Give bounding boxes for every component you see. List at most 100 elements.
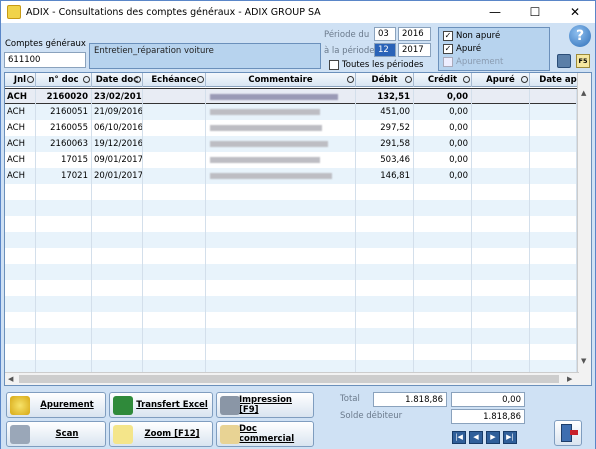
col-commentaire[interactable]: Commentaire xyxy=(206,73,356,87)
help-icon[interactable]: ? xyxy=(569,25,591,47)
solde-field: 1.818,86 xyxy=(451,409,525,424)
table-cell: 0,00 xyxy=(414,136,472,152)
table-cell: 2160063 xyxy=(36,136,92,152)
close-button[interactable]: ✕ xyxy=(555,1,595,23)
table-cell: ACH xyxy=(5,89,36,105)
scroll-right-icon[interactable]: ▶ xyxy=(567,375,572,383)
period-from-month[interactable]: 03 xyxy=(374,27,396,41)
search-icon[interactable] xyxy=(27,76,34,83)
doc-commercial-button[interactable]: Doc commercial xyxy=(216,421,314,447)
search-icon[interactable] xyxy=(405,76,412,83)
table-row[interactable]: ACH 2160055 06/10/2016 297,52 0,00 xyxy=(5,120,577,136)
table-row[interactable] xyxy=(5,200,577,216)
table-cell xyxy=(530,120,577,136)
footer-panel: Apurement Transfert Excel Impression [F9… xyxy=(1,388,595,449)
table-cell: 06/10/2016 xyxy=(92,120,143,136)
table-row[interactable] xyxy=(5,312,577,328)
redacted-comment xyxy=(210,125,322,131)
account-number-field[interactable]: 611100 xyxy=(4,52,86,68)
table-cell xyxy=(414,344,472,360)
table-row[interactable] xyxy=(5,216,577,232)
search-icon[interactable] xyxy=(347,76,354,83)
apure-checkbox[interactable]: ✓ xyxy=(443,44,453,54)
col-echeance[interactable]: Echéance xyxy=(143,73,206,87)
table-row[interactable] xyxy=(5,232,577,248)
col-credit[interactable]: Crédit xyxy=(414,73,472,87)
table-row[interactable]: ACH 17015 09/01/2017 503,46 0,00 xyxy=(5,152,577,168)
table-row[interactable] xyxy=(5,280,577,296)
table-cell xyxy=(5,248,36,264)
table-cell xyxy=(414,296,472,312)
table-cell: 0,00 xyxy=(414,104,472,120)
table-cell xyxy=(530,216,577,232)
table-cell xyxy=(5,232,36,248)
first-record-button[interactable]: |◀ xyxy=(452,431,466,444)
table-row[interactable] xyxy=(5,184,577,200)
table-cell: 132,51 xyxy=(356,89,414,105)
col-debit[interactable]: Débit xyxy=(356,73,414,87)
table-row[interactable] xyxy=(5,296,577,312)
table-row[interactable]: ACH 17021 20/01/2017 146,81 0,00 xyxy=(5,168,577,184)
table-row[interactable]: ACH 2160063 19/12/2016 291,58 0,00 xyxy=(5,136,577,152)
col-apure[interactable]: Apuré xyxy=(472,73,530,87)
apurement-button[interactable]: Apurement xyxy=(6,392,106,418)
scroll-up-icon[interactable]: ▲ xyxy=(581,89,586,97)
search-icon[interactable] xyxy=(521,76,528,83)
all-periods-checkbox[interactable] xyxy=(329,60,339,70)
last-record-button[interactable]: ▶| xyxy=(503,431,517,444)
table-row[interactable] xyxy=(5,248,577,264)
table-row[interactable] xyxy=(5,344,577,360)
table-cell xyxy=(143,200,206,216)
scroll-thumb[interactable] xyxy=(19,375,559,383)
maximize-button[interactable]: ☐ xyxy=(515,1,555,23)
table-cell xyxy=(356,280,414,296)
period-to-label: à la période xyxy=(324,46,375,56)
impression-button[interactable]: Impression [F9] xyxy=(216,392,314,418)
table-cell xyxy=(143,152,206,168)
search-icon[interactable] xyxy=(134,76,141,83)
scan-button[interactable]: Scan xyxy=(6,421,106,447)
table-cell xyxy=(356,216,414,232)
table-cell xyxy=(414,264,472,280)
col-jnl[interactable]: Jnl xyxy=(5,73,36,87)
app-icon xyxy=(7,5,21,19)
table-row[interactable] xyxy=(5,264,577,280)
col-doc[interactable]: n° doc xyxy=(36,73,92,87)
table-cell xyxy=(414,248,472,264)
search-icon[interactable] xyxy=(463,76,470,83)
col-date-doc[interactable]: Date doc xyxy=(92,73,143,87)
non-apure-checkbox[interactable]: ✓ xyxy=(443,31,453,41)
search-icon[interactable] xyxy=(197,76,204,83)
exit-button[interactable] xyxy=(554,420,582,446)
table-cell xyxy=(36,344,92,360)
table-cell xyxy=(36,232,92,248)
table-row[interactable]: ACH 2160051 21/09/2016 451,00 0,00 xyxy=(5,104,577,120)
filter-panel: ✓ Non apuré ✓ Apuré Apurement xyxy=(438,27,550,71)
table-cell xyxy=(5,344,36,360)
redacted-comment xyxy=(210,141,328,147)
table-cell xyxy=(143,136,206,152)
period-to-year[interactable]: 2017 xyxy=(398,43,431,57)
vertical-scrollbar[interactable]: ▲ ▼ xyxy=(577,73,591,385)
table-cell xyxy=(530,312,577,328)
period-from-year[interactable]: 2016 xyxy=(398,27,431,41)
zoom-button[interactable]: Zoom [F12] xyxy=(109,421,213,447)
transfert-excel-button[interactable]: Transfert Excel xyxy=(109,392,213,418)
calculator-icon[interactable] xyxy=(557,54,571,68)
scroll-down-icon[interactable]: ▼ xyxy=(581,357,586,365)
table-cell xyxy=(530,280,577,296)
scroll-left-icon[interactable]: ◀ xyxy=(8,375,13,383)
apurement-checkbox[interactable] xyxy=(443,57,453,67)
prev-record-button[interactable]: ◀ xyxy=(469,431,483,444)
search-icon[interactable] xyxy=(83,76,90,83)
table-row[interactable] xyxy=(5,328,577,344)
table-cell xyxy=(206,344,356,360)
table-row[interactable]: ACH 2160020 23/02/2016 132,51 0,00 xyxy=(5,88,577,105)
table-cell xyxy=(206,280,356,296)
next-record-button[interactable]: ▶ xyxy=(486,431,500,444)
refresh-f5-icon[interactable]: F5 xyxy=(576,54,590,68)
table-header: Jnl n° doc Date doc Echéance Commentaire… xyxy=(5,73,591,87)
minimize-button[interactable]: — xyxy=(475,1,515,23)
horizontal-scrollbar[interactable]: ◀ ▶ xyxy=(5,372,579,385)
period-to-month[interactable]: 12 xyxy=(374,43,396,57)
